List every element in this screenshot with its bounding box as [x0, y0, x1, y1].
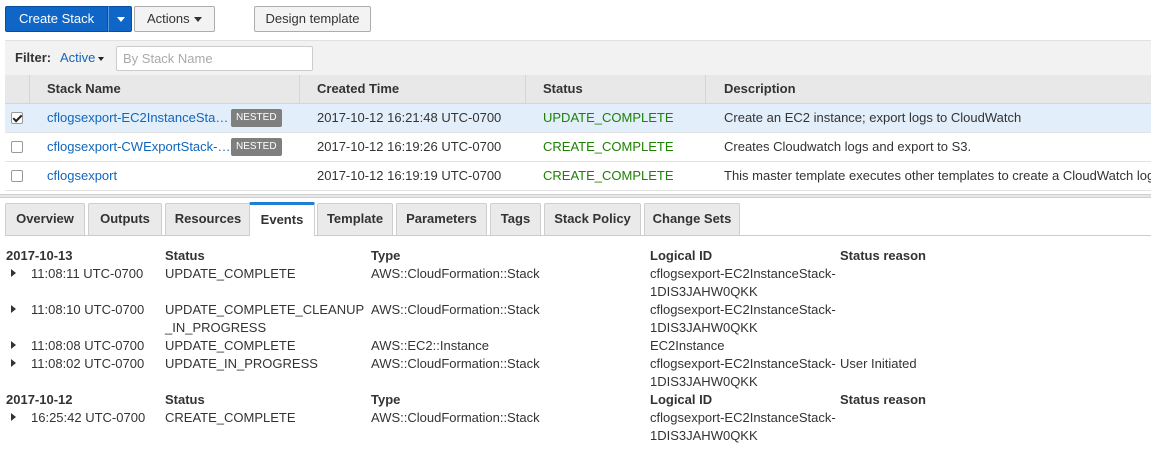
tab-overview[interactable]: Overview — [5, 203, 85, 235]
tab-parameters[interactable]: Parameters — [396, 203, 487, 235]
tab-resources[interactable]: Resources — [165, 203, 251, 235]
stack-name-link[interactable]: cflogsexport — [47, 162, 229, 191]
row-checkbox[interactable] — [11, 170, 23, 182]
pane-resize-handle[interactable] — [0, 194, 1151, 198]
events-header-status-reason: Status reason — [840, 392, 926, 407]
filter-status-label: Active — [60, 50, 96, 65]
events-header-type: Type — [371, 392, 401, 407]
event-status: UPDATE_IN_PROGRESS — [165, 356, 318, 371]
tab-events[interactable]: Events — [249, 202, 315, 236]
nested-badge: NESTED — [231, 138, 282, 156]
tab-template[interactable]: Template — [317, 203, 393, 235]
event-status: UPDATE_COMPLETE — [165, 266, 296, 281]
stack-status: CREATE_COMPLETE — [543, 168, 674, 183]
events-header-status: Status — [165, 392, 205, 407]
table-row[interactable]: cflogsexport 2017-10-12 16:19:19 UTC-070… — [5, 162, 1151, 191]
event-logical-id-cont: 1DIS3JAHW0QKK — [650, 428, 758, 443]
events-header-type: Type — [371, 248, 401, 263]
created-time: 2017-10-12 16:21:48 UTC-0700 — [317, 110, 502, 125]
event-date-header: 2017-10-13 — [6, 248, 73, 263]
event-logical-id: EC2Instance — [650, 338, 725, 353]
tab-tags[interactable]: Tags — [490, 203, 541, 235]
filter-label: Filter: — [15, 50, 52, 65]
event-time: 11:08:08 UTC-0700 — [31, 338, 145, 353]
event-logical-id: cflogsexport-EC2InstanceStack- — [650, 356, 836, 371]
tab-change-sets[interactable]: Change Sets — [644, 203, 740, 235]
event-type: AWS::CloudFormation::Stack — [371, 266, 540, 281]
filter-status-dropdown[interactable]: Active — [60, 50, 105, 65]
expand-event-icon[interactable] — [11, 341, 16, 349]
tab-stack-policy[interactable]: Stack Policy — [544, 203, 641, 235]
event-time: 11:08:02 UTC-0700 — [31, 356, 145, 371]
event-type: AWS::CloudFormation::Stack — [371, 302, 540, 317]
created-time: 2017-10-12 16:19:26 UTC-0700 — [317, 139, 502, 154]
events-header-status: Status — [165, 248, 205, 263]
chevron-down-icon — [193, 17, 202, 23]
select-column-header — [5, 75, 30, 104]
stack-description: This master template executes other temp… — [724, 168, 1151, 183]
expand-event-icon[interactable] — [11, 413, 16, 421]
event-type: AWS::EC2::Instance — [371, 338, 490, 353]
design-template-button[interactable]: Design template — [254, 6, 371, 32]
row-checkbox[interactable] — [11, 141, 23, 153]
toolbar: Create Stack Actions Design template — [0, 0, 1151, 40]
created-time: 2017-10-12 16:19:19 UTC-0700 — [317, 168, 502, 183]
events-header-logical-id: Logical ID — [650, 392, 713, 407]
event-logical-id: cflogsexport-EC2InstanceStack- — [650, 302, 836, 317]
column-header-status[interactable]: Status — [526, 75, 706, 104]
event-time: 11:08:11 UTC-0700 — [31, 266, 144, 281]
event-logical-id-cont: 1DIS3JAHW0QKK — [650, 284, 758, 299]
stack-description: Create an EC2 instance; export logs to C… — [724, 110, 1022, 125]
event-logical-id: cflogsexport-EC2InstanceStack- — [650, 266, 836, 281]
events-header-status-reason: Status reason — [840, 248, 926, 263]
event-logical-id-cont: 1DIS3JAHW0QKK — [650, 320, 758, 335]
detail-tabs: Overview Outputs Resources Events Templa… — [5, 202, 1151, 236]
table-row[interactable]: cflogsexport-EC2InstanceSta… NESTED 2017… — [5, 104, 1151, 133]
column-header-created-time[interactable]: Created Time — [300, 75, 526, 104]
event-logical-id-cont: 1DIS3JAHW0QKK — [650, 374, 758, 389]
event-status-reason: User Initiated — [840, 356, 917, 371]
row-checkbox[interactable] — [11, 112, 23, 124]
nested-badge: NESTED — [231, 109, 282, 127]
tab-outputs[interactable]: Outputs — [88, 203, 162, 235]
stack-status: UPDATE_COMPLETE — [543, 110, 674, 125]
chevron-down-icon — [117, 17, 126, 22]
stack-status: CREATE_COMPLETE — [543, 139, 674, 154]
event-time: 16:25:42 UTC-0700 — [31, 410, 146, 425]
events-header-logical-id: Logical ID — [650, 248, 713, 263]
event-date-header: 2017-10-12 — [6, 392, 73, 407]
expand-event-icon[interactable] — [11, 305, 16, 313]
stack-name-link[interactable]: cflogsexport-EC2InstanceSta… — [47, 104, 229, 133]
table-row[interactable]: cflogsexport-CWExportStack-… NESTED 2017… — [5, 133, 1151, 162]
event-type: AWS::CloudFormation::Stack — [371, 410, 540, 425]
stack-description: Creates Cloudwatch logs and export to S3… — [724, 139, 972, 154]
event-status: UPDATE_COMPLETE — [165, 338, 296, 353]
stack-name-link[interactable]: cflogsexport-CWExportStack-… — [47, 133, 229, 162]
create-stack-split-button: Create Stack — [5, 6, 133, 32]
event-status: UPDATE_COMPLETE_CLEANUP — [165, 302, 365, 317]
event-status: CREATE_COMPLETE — [165, 410, 296, 425]
actions-button[interactable]: Actions — [134, 6, 215, 32]
event-time: 11:08:10 UTC-0700 — [31, 302, 145, 317]
create-stack-dropdown-toggle[interactable] — [108, 6, 133, 32]
filter-bar: Filter: Active — [5, 40, 1151, 75]
column-header-description[interactable]: Description — [706, 75, 1151, 104]
chevron-down-icon — [98, 56, 105, 61]
expand-event-icon[interactable] — [11, 269, 16, 277]
event-status-cont: _IN_PROGRESS — [165, 320, 267, 335]
stack-name-filter-input[interactable] — [116, 46, 313, 71]
expand-event-icon[interactable] — [11, 359, 16, 367]
column-header-stack-name[interactable]: Stack Name — [30, 75, 300, 104]
event-type: AWS::CloudFormation::Stack — [371, 356, 540, 371]
create-stack-button[interactable]: Create Stack — [5, 6, 109, 32]
actions-label: Actions — [147, 11, 190, 26]
event-logical-id: cflogsexport-EC2InstanceStack- — [650, 410, 836, 425]
